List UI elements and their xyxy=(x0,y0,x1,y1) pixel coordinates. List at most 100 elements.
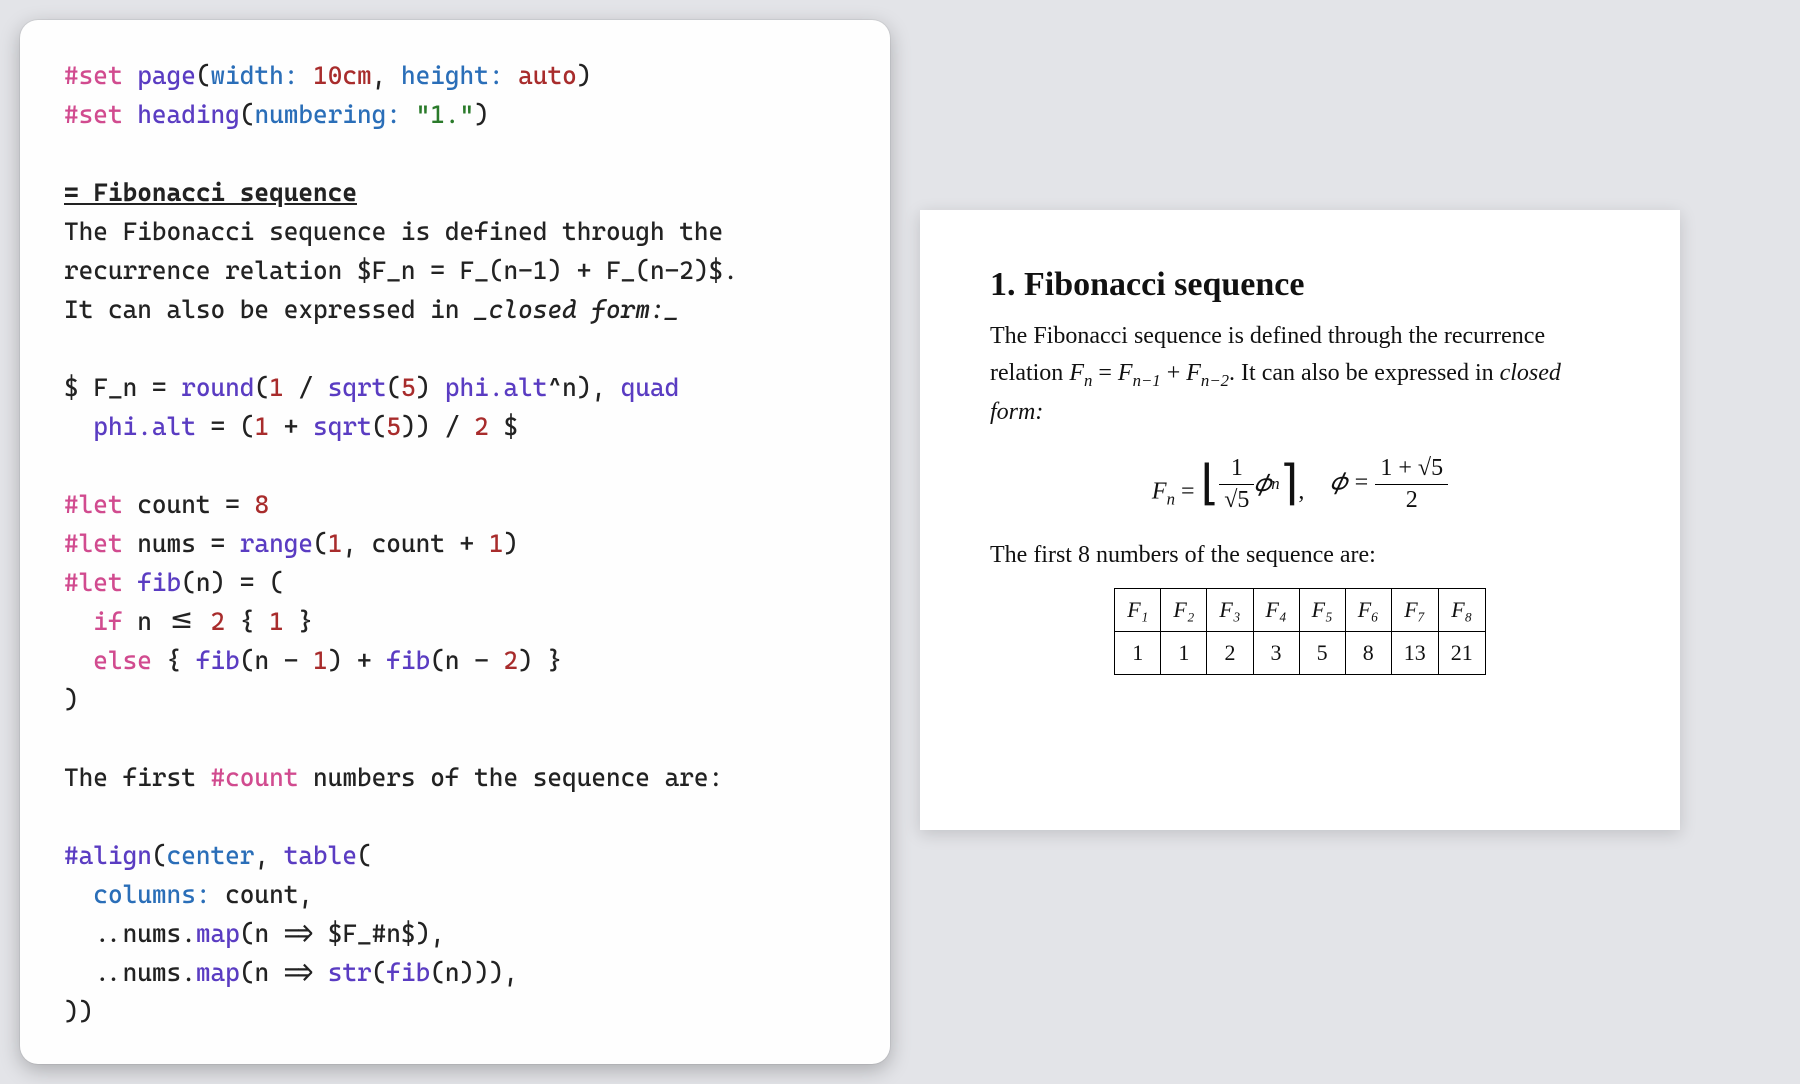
arg: center xyxy=(167,841,255,870)
fibonacci-table: F₁ F₂ F₃ F₄ F₅ F₆ F₇ F₈ 1 1 2 3 5 8 13 2… xyxy=(1114,588,1486,675)
val: auto xyxy=(518,61,577,90)
table-cell: F₁ xyxy=(1115,589,1161,632)
text: The first xyxy=(64,763,210,792)
table-cell: 1 xyxy=(1115,632,1161,675)
val: count, xyxy=(210,880,313,909)
attr: columns: xyxy=(93,880,210,909)
lambda: (n => xyxy=(240,958,328,987)
markup-heading: = Fibonacci sequence xyxy=(64,178,357,207)
attr: numbering: xyxy=(254,100,400,129)
keyword: if xyxy=(93,607,122,636)
num: 1 xyxy=(328,529,343,558)
fn: map xyxy=(196,919,240,948)
keyword: #let xyxy=(64,490,123,519)
table-cell: 8 xyxy=(1345,632,1391,675)
punct: { xyxy=(152,646,196,675)
table-row: 1 1 2 3 5 8 13 21 xyxy=(1115,632,1486,675)
val: "1." xyxy=(416,100,475,129)
op: + xyxy=(269,412,313,441)
table-cell: F₃ xyxy=(1207,589,1253,632)
punct: ( xyxy=(254,373,269,402)
expr: (n))), xyxy=(430,958,518,987)
expr: ..nums. xyxy=(64,919,196,948)
text: . xyxy=(723,256,738,285)
table-cell: 5 xyxy=(1299,632,1345,675)
table-cell: F₇ xyxy=(1391,589,1438,632)
num: 1 xyxy=(269,607,284,636)
eq-phi: 𝜙 = 1 + √52 xyxy=(1330,455,1448,513)
table-cell: F₈ xyxy=(1438,589,1485,632)
num: 2 xyxy=(504,646,519,675)
attr: height: xyxy=(401,61,504,90)
punct: , xyxy=(254,841,283,870)
keyword: #set xyxy=(64,100,123,129)
table-cell: 21 xyxy=(1438,632,1485,675)
fn: round xyxy=(181,373,254,402)
punct: ( xyxy=(313,529,328,558)
lambda: (n => xyxy=(240,919,328,948)
punct: ( xyxy=(386,373,401,402)
table-cell: 1 xyxy=(1161,632,1207,675)
num: 5 xyxy=(386,412,401,441)
num: 1 xyxy=(269,373,284,402)
table-cell: 2 xyxy=(1207,632,1253,675)
num: 1 xyxy=(313,646,328,675)
num: 1 xyxy=(489,529,504,558)
keyword: #set xyxy=(64,61,123,90)
punct: ( xyxy=(372,958,387,987)
recurrence-formula: Fn = Fn−1 + Fn−2 xyxy=(1069,360,1229,386)
var: count = xyxy=(123,490,255,519)
keyword: #let xyxy=(64,568,123,597)
preview-heading: 1. Fibonacci sequence xyxy=(990,266,1610,304)
fn: fib xyxy=(123,568,182,597)
num: 5 xyxy=(401,373,416,402)
table-cell: F₆ xyxy=(1345,589,1391,632)
text: It can also be expressed in xyxy=(64,295,474,324)
preview-panel: 1. Fibonacci sequence The Fibonacci sequ… xyxy=(920,210,1680,830)
num: 2 xyxy=(474,412,489,441)
keyword: #let xyxy=(64,529,123,558)
table-cell: F₂ xyxy=(1161,589,1207,632)
emphasis: _closed form:_ xyxy=(474,295,679,324)
fn: fib xyxy=(196,646,240,675)
expr: ..nums. xyxy=(64,958,196,987)
text: numbers of the sequence are: xyxy=(298,763,723,792)
punct: ( xyxy=(357,841,372,870)
punct: ) xyxy=(416,373,445,402)
var: nums = xyxy=(123,529,240,558)
fn: table xyxy=(284,841,357,870)
punct: $ xyxy=(489,412,518,441)
num: 2 xyxy=(210,607,225,636)
table-intro: The first 8 numbers of the sequence are: xyxy=(990,537,1610,574)
table-cell: 3 xyxy=(1253,632,1299,675)
fn: fib xyxy=(386,958,430,987)
fn: sqrt xyxy=(328,373,387,402)
fn: quad xyxy=(621,373,680,402)
fn: str xyxy=(328,958,372,987)
num: 1 xyxy=(254,412,269,441)
expr: (n - xyxy=(430,646,503,675)
math: $F_#n$ xyxy=(328,919,416,948)
table-cell: F₅ xyxy=(1299,589,1345,632)
punct: ) } xyxy=(518,646,562,675)
table-cell: F₄ xyxy=(1253,589,1299,632)
sig: (n) = ( xyxy=(181,568,284,597)
attr: width: xyxy=(211,61,299,90)
punct: )) xyxy=(64,997,93,1026)
table-cell: 13 xyxy=(1391,632,1438,675)
table-row: F₁ F₂ F₃ F₄ F₅ F₆ F₇ F₈ xyxy=(1115,589,1486,632)
fn: sqrt xyxy=(313,412,372,441)
expr: (n - xyxy=(240,646,313,675)
punct: } xyxy=(284,607,313,636)
keyword: else xyxy=(93,646,152,675)
num: 8 xyxy=(254,490,269,519)
punct: ( xyxy=(372,412,387,441)
op: ^n), xyxy=(547,373,620,402)
math-inline: $F_n = F_(n-1) + F_(n-2)$ xyxy=(357,256,723,285)
closed-form-equation: Fn = ⌊ 1√5𝜙n ⌉ , 𝜙 = 1 + √52 xyxy=(990,455,1610,513)
text: recurrence relation xyxy=(64,256,357,285)
mathvar: phi.alt xyxy=(93,412,196,441)
punct: { xyxy=(225,607,269,636)
fn-heading: heading xyxy=(137,100,240,129)
fn: range xyxy=(240,529,313,558)
